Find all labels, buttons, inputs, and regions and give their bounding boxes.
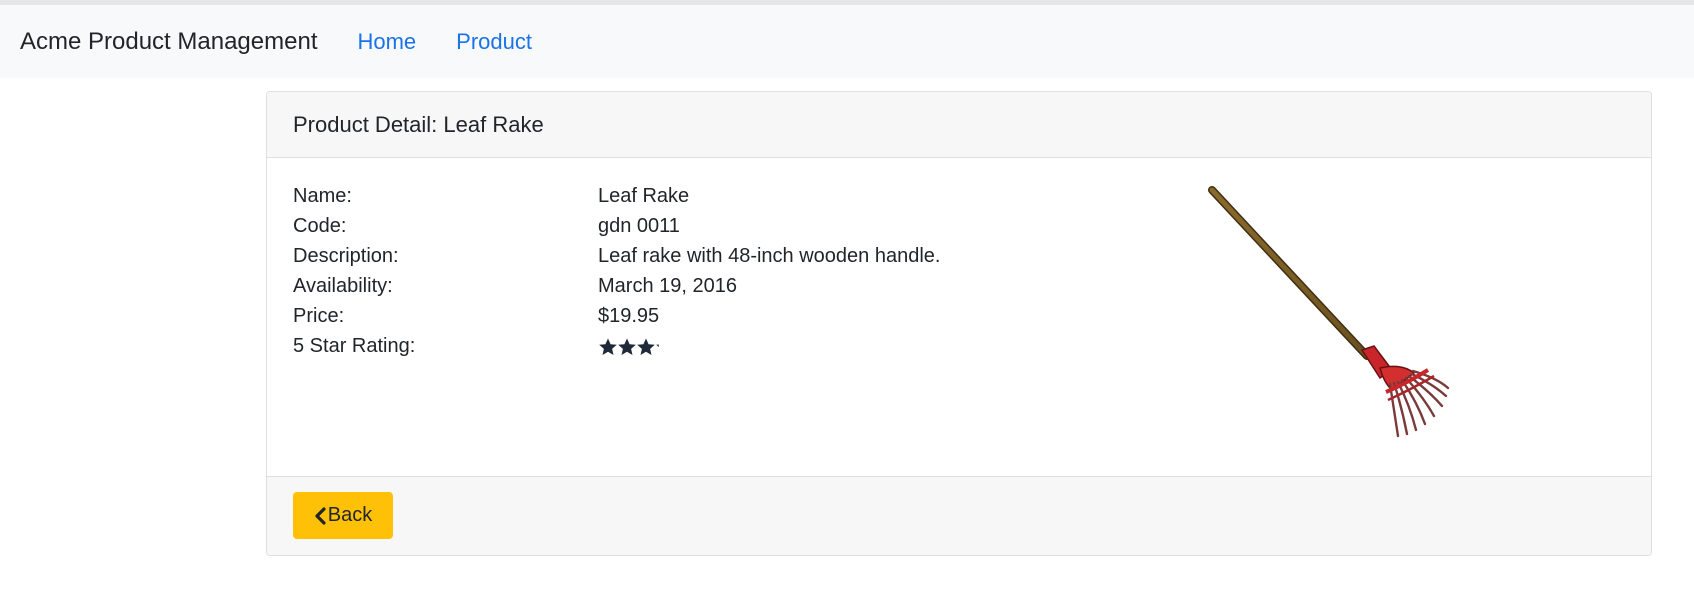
description-label: Description: (293, 245, 399, 267)
leaf-rake-image (1208, 186, 1450, 438)
description-value: Leaf rake with 48-inch wooden handle. (598, 245, 941, 267)
star-rating (598, 337, 693, 357)
navbar-brand: Acme Product Management (20, 27, 318, 55)
detail-row-price: Price: $19.95 (293, 301, 1193, 331)
detail-row-rating: 5 Star Rating: (293, 331, 1193, 361)
detail-row-code: Code: gdn 0011 (293, 211, 1193, 241)
card-header: Product Detail: Leaf Rake (267, 92, 1651, 158)
product-detail-card: Product Detail: Leaf Rake Name: Leaf Rak… (266, 91, 1652, 556)
star-icon (656, 344, 659, 348)
code-label: Code: (293, 215, 347, 237)
back-button[interactable]: Back (293, 492, 393, 539)
star-icon (618, 338, 636, 355)
detail-row-name: Name: Leaf Rake (293, 181, 1193, 211)
name-value: Leaf Rake (598, 185, 690, 207)
availability-label: Availability: (293, 275, 393, 297)
back-button-label: Back (327, 504, 373, 526)
code-value: gdn 0011 (598, 215, 680, 237)
detail-row-availability: Availability: March 19, 2016 (293, 271, 1193, 301)
detail-row-description: Description: Leaf rake with 48-inch wood… (293, 241, 1193, 271)
chevron-left-icon (315, 506, 326, 525)
availability-value: March 19, 2016 (598, 275, 737, 297)
name-label: Name: (293, 185, 352, 207)
star-rating-svg (599, 338, 693, 356)
nav-link-home[interactable]: Home (357, 29, 416, 55)
page-title: Product Detail: Leaf Rake (293, 111, 544, 137)
star-icon (599, 338, 617, 355)
price-label: Price: (293, 305, 345, 327)
star-icon (675, 339, 693, 356)
star-icon (637, 338, 655, 355)
card-footer: Back (267, 476, 1651, 555)
card-body: Name: Leaf Rake Code: gdn 0011 Descripti… (267, 158, 1651, 478)
rating-label: 5 Star Rating: (293, 335, 416, 357)
nav-link-product[interactable]: Product (456, 29, 532, 55)
navbar: Acme Product Management Home Product (0, 5, 1694, 78)
price-value: $19.95 (598, 305, 660, 327)
